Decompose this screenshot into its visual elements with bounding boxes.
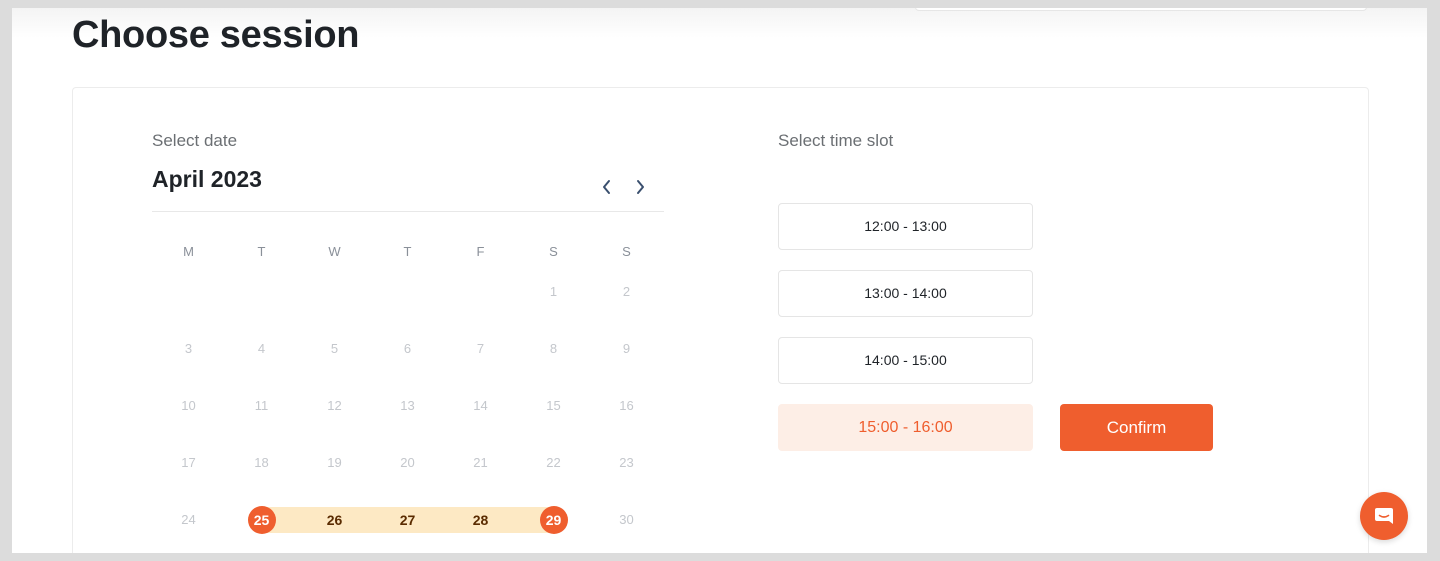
calendar-day[interactable]: 4	[225, 335, 298, 363]
calendar-day[interactable]: 2	[590, 278, 663, 306]
calendar-day[interactable]: 9	[590, 335, 663, 363]
chevron-right-icon	[637, 180, 644, 194]
chat-icon	[1375, 508, 1393, 524]
calendar-day[interactable]: 3	[152, 335, 225, 363]
calendar-divider	[152, 211, 664, 212]
calendar-day-number: 25	[247, 506, 276, 534]
calendar-day[interactable]: 17	[152, 449, 225, 477]
select-time-slot-label: Select time slot	[778, 131, 894, 150]
next-month-button[interactable]	[630, 176, 650, 198]
calendar-day[interactable]: 6	[371, 335, 444, 363]
calendar-day[interactable]: 13	[371, 392, 444, 420]
calendar-day[interactable]: 19	[298, 449, 371, 477]
weekday-label: F	[476, 244, 485, 259]
calendar-day[interactable]: 15	[517, 392, 590, 420]
calendar-day[interactable]: 18	[225, 449, 298, 477]
confirm-button[interactable]: Confirm	[1060, 404, 1213, 451]
calendar-day[interactable]: 23	[590, 449, 663, 477]
calendar-day[interactable]: 22	[517, 449, 590, 477]
calendar-day-range-start[interactable]: 25	[225, 506, 298, 534]
calendar-day[interactable]: 12	[298, 392, 371, 420]
session-card: Select date April 2023 MTWTFSS 123456789…	[72, 87, 1369, 553]
time-slot[interactable]: 14:00 - 15:00	[778, 337, 1033, 384]
weekday-label: W	[328, 244, 341, 259]
weekday-label: T	[257, 244, 266, 259]
calendar-day-range-end[interactable]: 29	[517, 506, 590, 534]
calendar-day-in-range[interactable]: 26	[298, 506, 371, 534]
time-slot[interactable]: 12:00 - 13:00	[778, 203, 1033, 250]
calendar-day[interactable]: 5	[298, 335, 371, 363]
weekday-label: T	[403, 244, 412, 259]
calendar-day[interactable]: 30	[590, 506, 663, 534]
calendar-day[interactable]: 10	[152, 392, 225, 420]
calendar-day-number: 29	[539, 506, 568, 534]
select-date-label: Select date	[152, 131, 238, 150]
calendar-day[interactable]: 16	[590, 392, 663, 420]
page-title: Choose session	[72, 14, 360, 56]
time-slot[interactable]: 13:00 - 14:00	[778, 270, 1033, 317]
time-slot-selected[interactable]: 15:00 - 16:00	[778, 404, 1033, 451]
chevron-left-icon	[603, 180, 610, 194]
weekday-label: S	[549, 244, 558, 259]
calendar-day[interactable]: 7	[444, 335, 517, 363]
calendar-day[interactable]: 20	[371, 449, 444, 477]
calendar-day[interactable]: 8	[517, 335, 590, 363]
chat-button[interactable]	[1360, 492, 1408, 540]
calendar-day[interactable]: 14	[444, 392, 517, 420]
calendar-day[interactable]: 1	[517, 278, 590, 306]
calendar-day[interactable]: 21	[444, 449, 517, 477]
month-title: April 2023	[152, 166, 262, 192]
prev-month-button[interactable]	[597, 176, 617, 198]
calendar-day[interactable]: 11	[225, 392, 298, 420]
weekday-label: S	[622, 244, 631, 259]
calendar-day-in-range[interactable]: 27	[371, 506, 444, 534]
top-search-field[interactable]	[915, 8, 1367, 11]
calendar-day-in-range[interactable]: 28	[444, 506, 517, 534]
page: Choose session Select date April 2023 M T…	[12, 8, 1427, 553]
calendar-day-grid: 1 2 3 4 5 6 7 8 9 10 11 12 13 14 15 16 17 18 19 20 21 22 23 24 2…	[152, 278, 664, 553]
weekday-label: M	[183, 244, 194, 259]
calendar-day[interactable]: 24	[152, 506, 225, 534]
weekday-header-row: MTWTFSS	[152, 244, 664, 264]
